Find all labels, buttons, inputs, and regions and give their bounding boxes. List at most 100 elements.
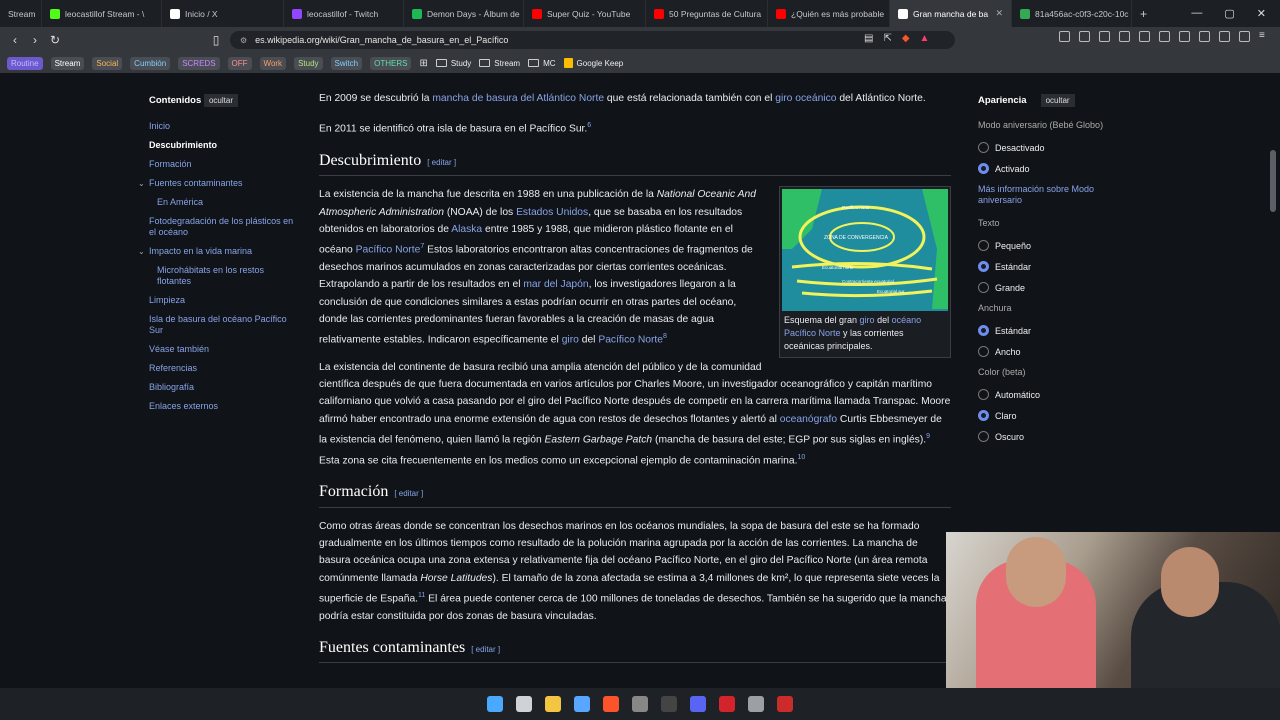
radio-button[interactable] (978, 261, 989, 272)
appearance-hide-button[interactable]: ocultar (1040, 94, 1075, 107)
bookmark-item[interactable]: Cumbión (130, 56, 171, 70)
ref-10[interactable]: 10 (798, 454, 806, 461)
link-giro-oceanico[interactable]: giro oceánico (775, 93, 836, 104)
radio-option[interactable]: Pequeño (978, 240, 1123, 251)
radio-button[interactable] (978, 431, 989, 442)
browser-tab[interactable]: Gran mancha de ba ✕ (890, 0, 1012, 27)
edit-link[interactable]: [ editar ] (471, 645, 500, 654)
site-info-icon[interactable]: ⚙ (240, 36, 247, 45)
menu-icon[interactable]: ≡ (1259, 31, 1270, 42)
sidebar-icon[interactable] (1179, 31, 1190, 42)
brave-icon[interactable] (603, 696, 619, 712)
radio-option[interactable]: Desactivado (978, 142, 1123, 153)
radio-option[interactable]: Automático (978, 389, 1123, 400)
radio-button[interactable] (978, 142, 989, 153)
extension-icon[interactable] (1099, 31, 1110, 42)
extension-icon[interactable] (1059, 31, 1070, 42)
toc-item[interactable]: Bibliografía (149, 382, 294, 393)
bookmark-item[interactable]: Work (259, 56, 287, 70)
extension-icon[interactable] (1119, 31, 1130, 42)
link-estados-unidos[interactable]: Estados Unidos (516, 207, 588, 218)
browser-tab[interactable]: Inicio / X (162, 0, 284, 27)
link-mancha-atlantico[interactable]: mancha de basura del Atlántico Norte (432, 93, 604, 104)
toc-hide-button[interactable]: ocultar (203, 94, 238, 107)
toc-item[interactable]: ⌄ Impacto en la vida marina (138, 246, 294, 257)
radio-option[interactable]: Oscuro (978, 431, 1123, 442)
bookmark-item[interactable]: Stream (50, 56, 85, 70)
toc-item[interactable]: Limpieza (149, 295, 294, 306)
radio-button[interactable] (978, 346, 989, 357)
edit-link[interactable]: [ editar ] (394, 489, 423, 498)
bookmark-item[interactable]: OTHERS (370, 56, 412, 70)
link-pacifico-norte[interactable]: Pacífico Norte (598, 335, 663, 346)
share-icon[interactable]: ⇱ (883, 33, 891, 44)
radio-option[interactable]: Claro (978, 410, 1123, 421)
wallet-icon[interactable] (1199, 31, 1210, 42)
toc-item[interactable]: Inicio (149, 121, 294, 132)
back-icon[interactable]: ‹ (5, 33, 25, 47)
app-red2-icon[interactable] (777, 696, 793, 712)
radio-button[interactable] (978, 282, 989, 293)
discord-icon[interactable] (690, 696, 706, 712)
leo-icon[interactable] (1219, 31, 1230, 42)
forward-icon[interactable]: › (25, 33, 45, 47)
browser-tab[interactable]: leocastillof - Twitch (284, 0, 404, 27)
link-alaska[interactable]: Alaska (451, 224, 482, 235)
bookmark-google-keep[interactable]: Google Keep (563, 58, 623, 68)
ref-8[interactable]: 8 (663, 333, 667, 340)
mode-info-link[interactable]: Más información sobre Modo aniversario (978, 184, 1123, 206)
toc-item[interactable]: Referencias (149, 363, 294, 374)
vpn-icon[interactable] (1239, 31, 1250, 42)
bookmark-item[interactable]: Study (294, 56, 323, 70)
radio-button[interactable] (978, 325, 989, 336)
browser-tab[interactable]: 50 Preguntas de Cultura (646, 0, 768, 27)
brave-shield-icon[interactable]: ◆ (902, 33, 910, 44)
gyre-map-image[interactable]: Pacífico norte ZONA DE CONVERGENCIA Ecua… (782, 189, 948, 312)
link-giro[interactable]: giro (562, 335, 579, 346)
app-red-icon[interactable] (719, 696, 735, 712)
scrollbar-thumb[interactable] (1270, 150, 1276, 212)
bookmark-item[interactable]: OFF (227, 56, 252, 70)
radio-option[interactable]: Ancho (978, 346, 1123, 357)
extension-icon[interactable] (1139, 31, 1150, 42)
toc-item[interactable]: Descubrimiento (149, 140, 294, 151)
toc-item[interactable]: En América (149, 197, 294, 208)
bookmark-folder[interactable]: Stream (479, 59, 520, 68)
reader-icon[interactable]: ▤ (864, 33, 873, 44)
radio-button[interactable] (978, 389, 989, 400)
toc-item[interactable]: Véase también (149, 344, 294, 355)
link-giro[interactable]: giro (860, 315, 875, 325)
toc-item[interactable]: Fotodegradación de los plásticos en el o… (149, 216, 294, 238)
bookmark-page-icon[interactable]: ▯ (206, 33, 226, 47)
minimize-icon[interactable]: — (1191, 7, 1202, 20)
radio-option[interactable]: Activado (978, 163, 1123, 174)
toc-item[interactable]: Enlaces externos (149, 401, 294, 412)
bookmark-item[interactable]: Routine (7, 56, 43, 70)
bookmark-item[interactable]: Switch (330, 56, 363, 70)
toc-item[interactable]: Isla de basura del océano Pacífico Sur (149, 314, 294, 336)
music-icon[interactable] (1159, 31, 1170, 42)
radio-button[interactable] (978, 163, 989, 174)
extension-icon[interactable] (1079, 31, 1090, 42)
url-field[interactable]: ⚙ es.wikipedia.org/wiki/Gran_mancha_de_b… (230, 31, 955, 49)
link-mar-japon[interactable]: mar del Japón (523, 279, 588, 290)
bookmark-item[interactable]: SCREDS (178, 56, 220, 70)
browser-tab[interactable]: 81a456ac-c0f3-c20c-10c (1012, 0, 1132, 27)
radio-button[interactable] (978, 240, 989, 251)
browser-tab[interactable]: Super Quiz - YouTube (524, 0, 646, 27)
bookmark-item[interactable]: Social (92, 56, 123, 70)
task-view-icon[interactable] (516, 696, 532, 712)
radio-option[interactable]: Estándar (978, 261, 1123, 272)
reload-icon[interactable]: ↻ (45, 33, 65, 47)
store-icon[interactable] (574, 696, 590, 712)
windows-start-icon[interactable] (487, 696, 503, 712)
ref-9[interactable]: 9 (926, 433, 930, 440)
apps-grid-icon[interactable]: ⊞ (419, 58, 427, 69)
link-pacifico-norte[interactable]: Pacífico Norte (356, 245, 421, 256)
link-oceanografo[interactable]: oceanógrafo (780, 414, 837, 425)
edit-link[interactable]: [ editar ] (427, 158, 456, 167)
bookmark-folder[interactable]: Study (435, 59, 471, 68)
radio-option[interactable]: Grande (978, 282, 1123, 293)
new-tab-icon[interactable]: + (1132, 7, 1155, 21)
bookmark-folder[interactable]: MC (528, 59, 556, 68)
